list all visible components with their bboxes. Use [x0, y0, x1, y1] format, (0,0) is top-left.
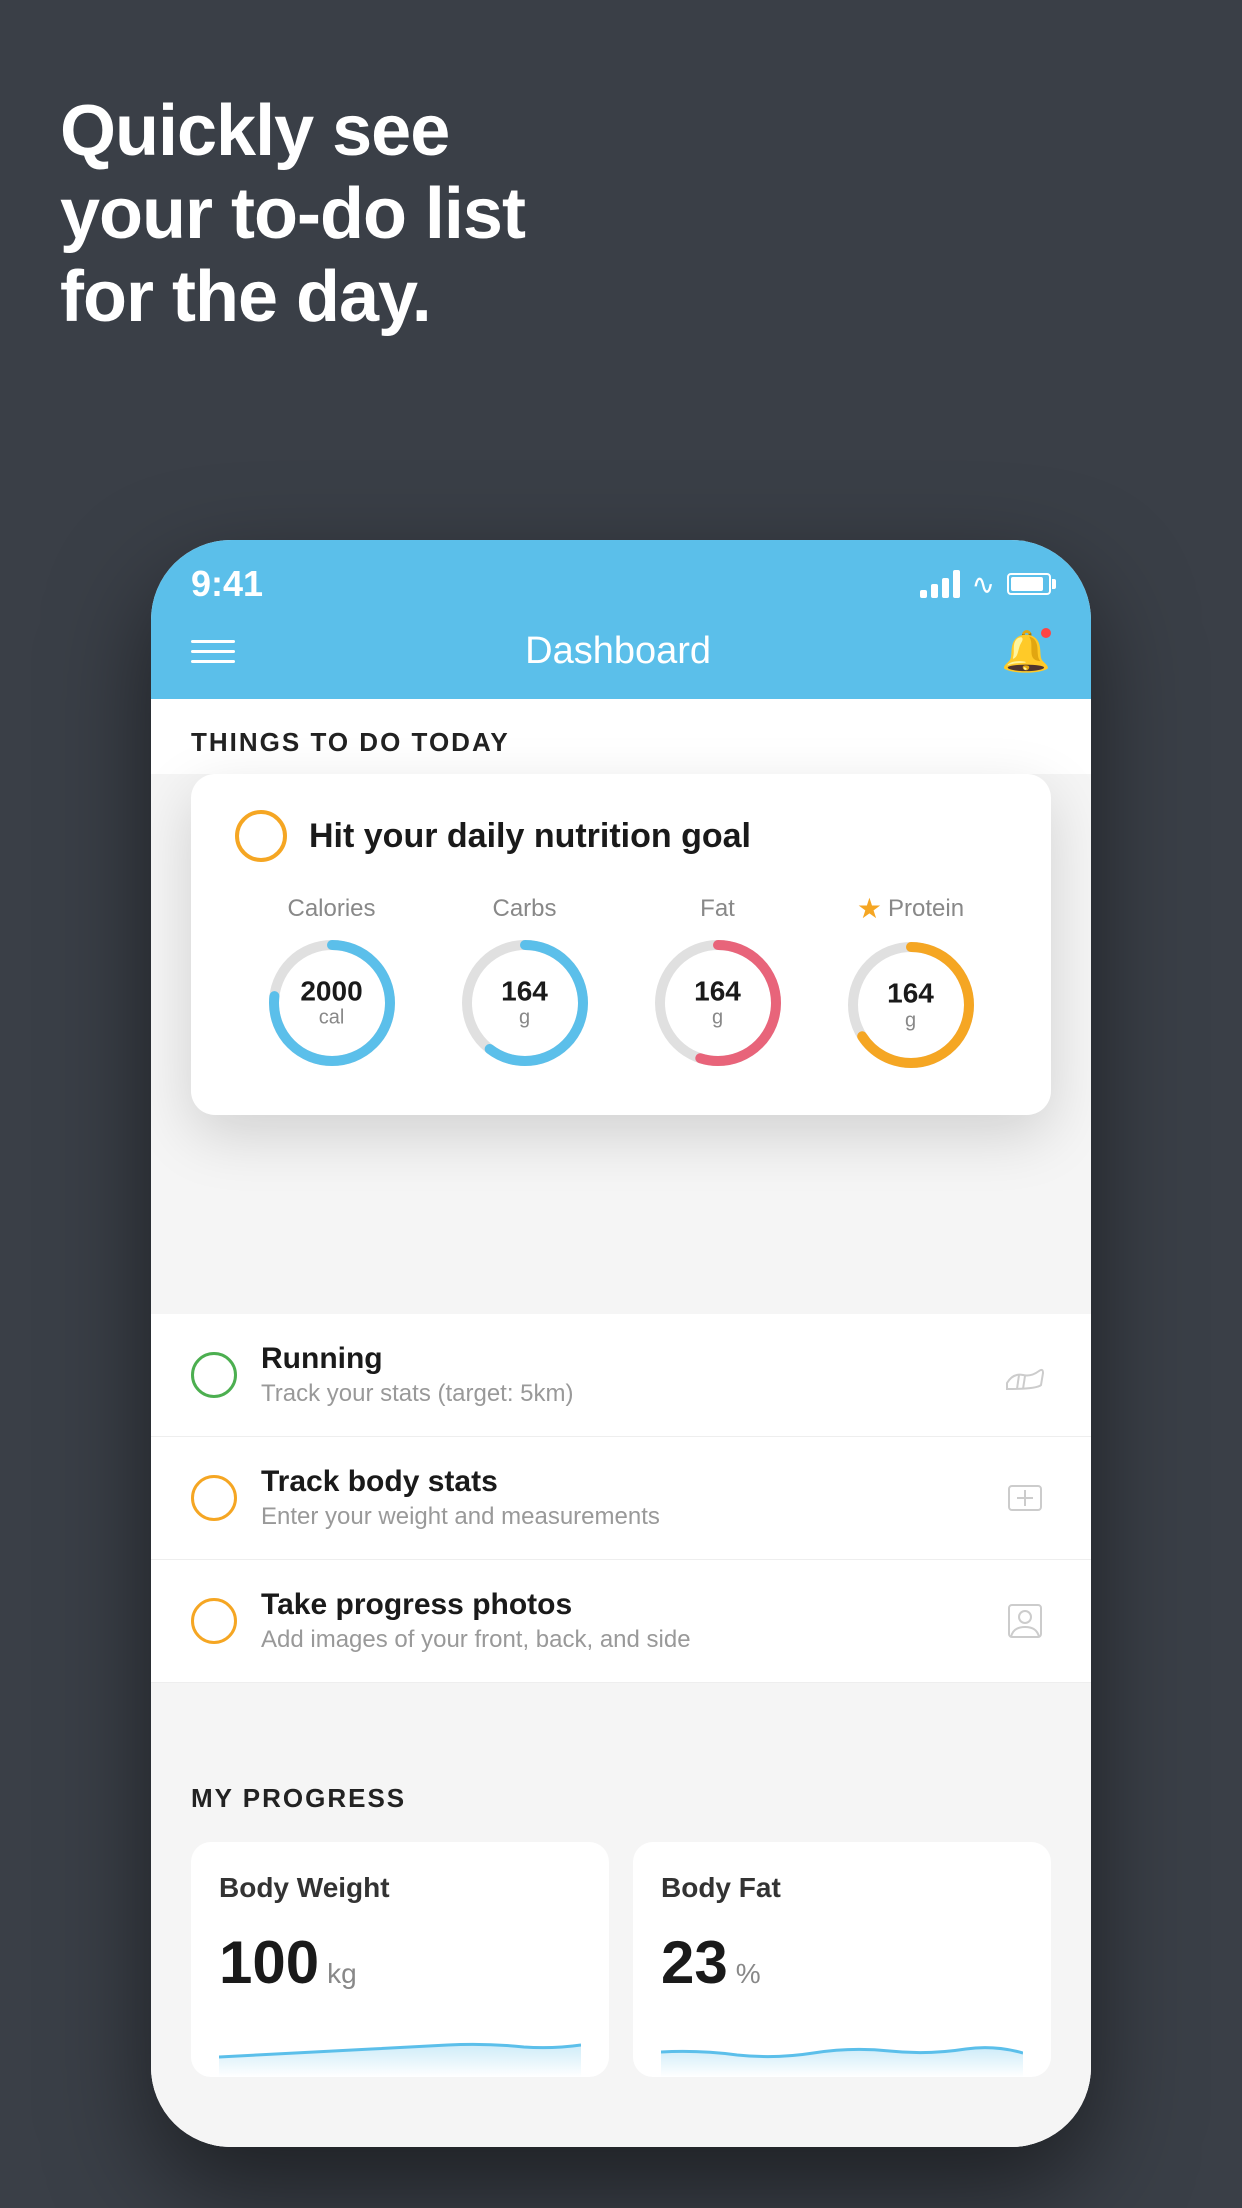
progress-photos-circle [191, 1598, 237, 1644]
running-circle [191, 1352, 237, 1398]
body-stats-text: Track body stats Enter your weight and m… [261, 1465, 975, 1531]
menu-icon[interactable] [191, 640, 235, 663]
body-stats-desc: Enter your weight and measurements [261, 1503, 975, 1531]
status-icons: ∿ [920, 568, 1051, 601]
nutrition-card-title: Hit your daily nutrition goal [309, 817, 751, 856]
body-weight-value: 100 kg [219, 1928, 581, 1997]
shoe-icon [999, 1349, 1051, 1401]
body-fat-card: Body Fat 23 % [633, 1842, 1051, 2077]
progress-photos-name: Take progress photos [261, 1588, 975, 1622]
signal-icon [920, 570, 960, 598]
calories-ring: 2000 cal [262, 933, 402, 1073]
section-header: THINGS TO DO TODAY [151, 699, 1091, 774]
progress-photos-text: Take progress photos Add images of your … [261, 1588, 975, 1654]
calories-label: Calories [287, 895, 375, 923]
status-time: 9:41 [191, 563, 263, 605]
body-stats-name: Track body stats [261, 1465, 975, 1499]
bell-icon[interactable]: 🔔 [1001, 628, 1051, 675]
headline-line2: your to-do list [60, 173, 525, 256]
protein-star-icon: ★ [857, 892, 882, 925]
phone-frame: 9:41 ∿ Dashboard 🔔 [151, 540, 1091, 2147]
person-icon [999, 1595, 1051, 1647]
running-name: Running [261, 1342, 975, 1376]
card-header: Hit your daily nutrition goal [235, 810, 1007, 862]
content-area: THINGS TO DO TODAY Hit your daily nutrit… [151, 699, 1091, 2147]
protein-ring: 164 g [841, 935, 981, 1075]
nav-title: Dashboard [525, 630, 711, 673]
status-bar: 9:41 ∿ [151, 540, 1091, 610]
nutrition-calories: Calories 2000 cal [262, 895, 402, 1073]
headline: Quickly see your to-do list for the day. [60, 90, 525, 338]
nutrition-grid: Calories 2000 cal [235, 892, 1007, 1075]
fat-ring: 164 g [648, 933, 788, 1073]
todo-progress-photos[interactable]: Take progress photos Add images of your … [151, 1560, 1091, 1683]
body-fat-unit: % [736, 1958, 761, 1990]
running-desc: Track your stats (target: 5km) [261, 1380, 975, 1408]
body-fat-title: Body Fat [661, 1872, 1023, 1904]
wifi-icon: ∿ [972, 568, 995, 601]
todo-circle-nutrition[interactable] [235, 810, 287, 862]
progress-section: MY PROGRESS Body Weight 100 kg [151, 1743, 1091, 2097]
body-weight-unit: kg [327, 1958, 357, 1990]
notification-dot [1039, 626, 1053, 640]
things-today-title: THINGS TO DO TODAY [191, 727, 510, 757]
fat-label: Fat [700, 895, 735, 923]
battery-icon [1007, 573, 1051, 595]
progress-title: MY PROGRESS [191, 1783, 1051, 1814]
headline-line3: for the day. [60, 256, 525, 339]
nutrition-carbs: Carbs 164 g [455, 895, 595, 1073]
body-weight-chart [219, 2017, 581, 2077]
nutrition-protein: ★ Protein 164 g [841, 892, 981, 1075]
nav-bar: Dashboard 🔔 [151, 610, 1091, 699]
progress-cards: Body Weight 100 kg [191, 1842, 1051, 2077]
carbs-ring: 164 g [455, 933, 595, 1073]
body-stats-circle [191, 1475, 237, 1521]
todo-list: Running Track your stats (target: 5km) [151, 1314, 1091, 1683]
protein-label: Protein [888, 895, 964, 923]
nutrition-card: Hit your daily nutrition goal Calories [191, 774, 1051, 1115]
body-weight-number: 100 [219, 1928, 319, 1997]
running-text: Running Track your stats (target: 5km) [261, 1342, 975, 1408]
body-weight-card: Body Weight 100 kg [191, 1842, 609, 2077]
carbs-label: Carbs [492, 895, 556, 923]
body-weight-title: Body Weight [219, 1872, 581, 1904]
scale-icon [999, 1472, 1051, 1524]
todo-body-stats[interactable]: Track body stats Enter your weight and m… [151, 1437, 1091, 1560]
body-fat-value: 23 % [661, 1928, 1023, 1997]
body-fat-number: 23 [661, 1928, 728, 1997]
nutrition-fat: Fat 164 g [648, 895, 788, 1073]
body-fat-chart [661, 2017, 1023, 2077]
headline-line1: Quickly see [60, 90, 525, 173]
todo-running[interactable]: Running Track your stats (target: 5km) [151, 1314, 1091, 1437]
progress-photos-desc: Add images of your front, back, and side [261, 1626, 975, 1654]
